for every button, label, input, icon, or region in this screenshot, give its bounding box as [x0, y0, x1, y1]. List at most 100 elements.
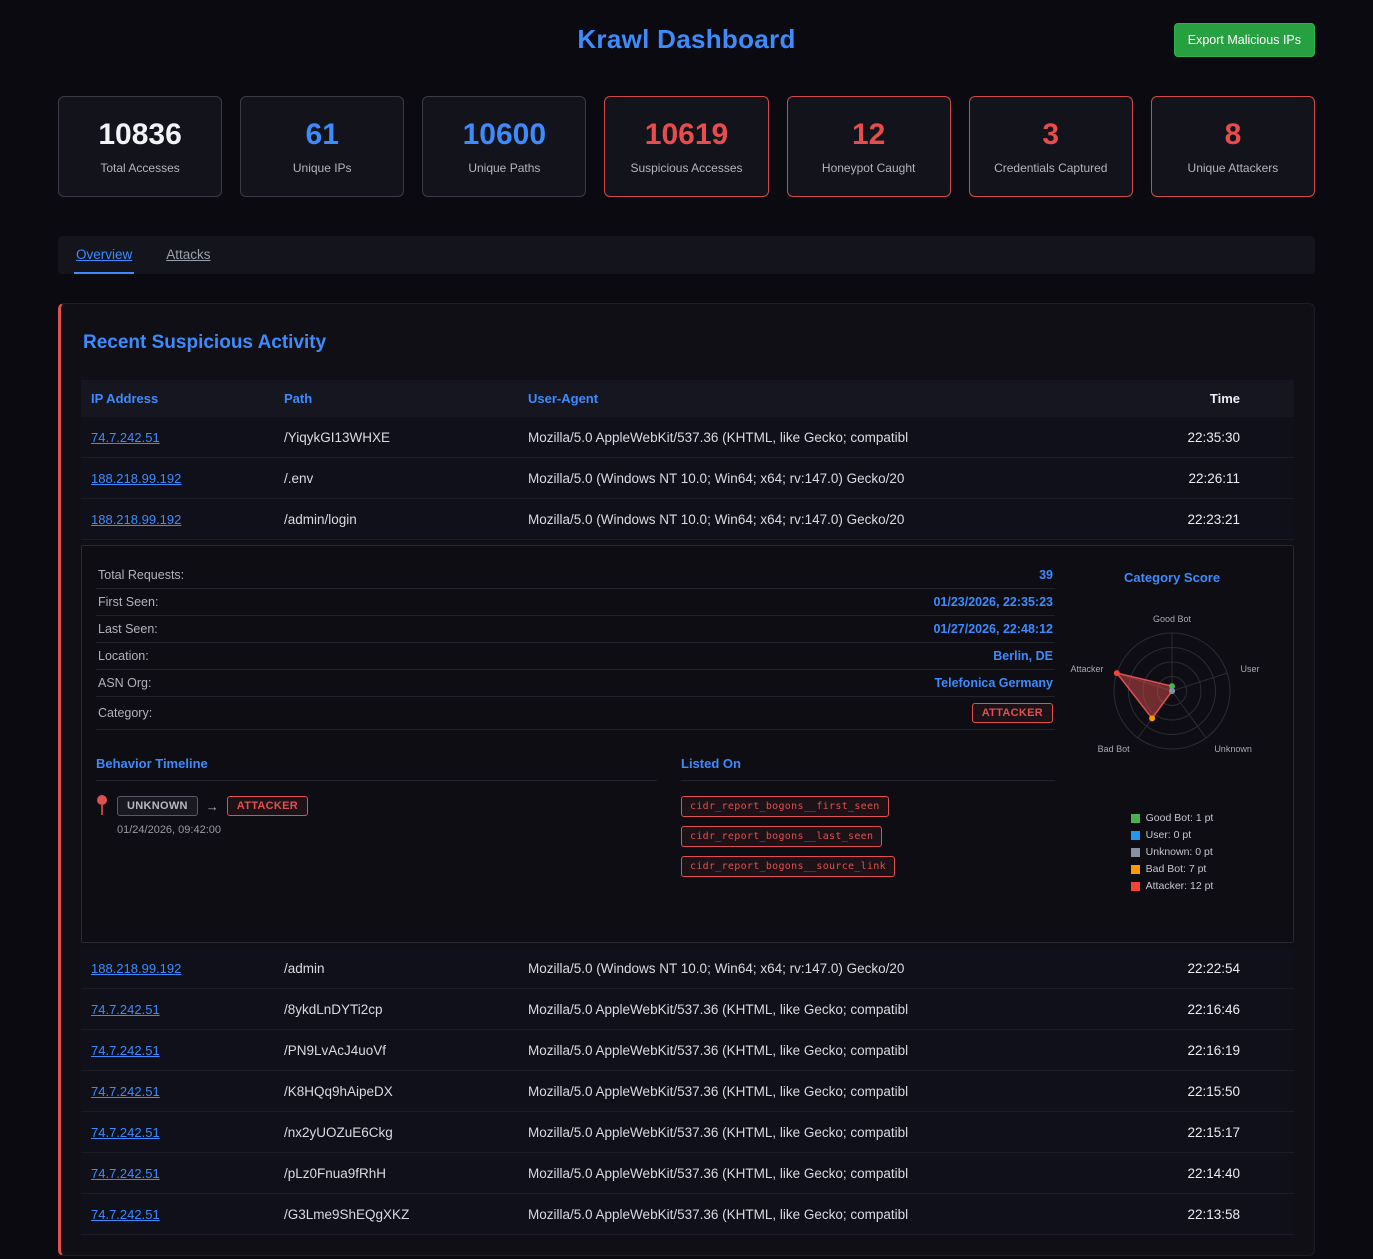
legend-label: Attacker: 12 pt: [1146, 880, 1214, 892]
row-time: 22:13:58: [1110, 1207, 1240, 1222]
stat-label: Suspicious Accesses: [630, 161, 742, 175]
export-malicious-ips-button[interactable]: Export Malicious IPs: [1174, 23, 1315, 57]
tab-bar: Overview Attacks: [58, 236, 1315, 274]
table-row[interactable]: 74.7.242.51 /8ykdLnDYTi2cp Mozilla/5.0 A…: [81, 989, 1294, 1030]
table-row[interactable]: 74.7.242.51 /K8HQq9hAipeDX Mozilla/5.0 A…: [81, 1071, 1294, 1112]
legend-swatch: [1131, 865, 1140, 874]
timeline-from-badge: UNKNOWN: [117, 796, 198, 816]
row-path: /8ykdLnDYTi2cp: [284, 1002, 520, 1017]
suspicious-activity-panel: Recent Suspicious Activity IP Address Pa…: [58, 303, 1315, 1256]
stat-value: 12: [852, 118, 885, 152]
behavior-timeline: Behavior Timeline UNKNOWN → ATTACKER: [96, 756, 657, 877]
pin-icon: [96, 794, 108, 821]
listed-on-badge[interactable]: cidr_report_bogons__source_link: [681, 856, 895, 877]
row-time: 22:16:46: [1110, 1002, 1240, 1017]
ip-link[interactable]: 74.7.242.51: [91, 1084, 160, 1099]
field-value: 39: [1039, 568, 1053, 582]
field-label: Total Requests:: [98, 568, 184, 582]
detail-field: Total Requests: 39: [96, 562, 1055, 589]
timeline-timestamp: 01/24/2026, 09:42:00: [117, 824, 308, 836]
ip-detail-panel: Total Requests: 39 First Seen: 01/23/202…: [81, 545, 1294, 943]
row-ip-cell: 188.218.99.192: [91, 471, 276, 486]
table-row[interactable]: 74.7.242.51 /PN9LvAcJ4uoVf Mozilla/5.0 A…: [81, 1030, 1294, 1071]
tab-attacks[interactable]: Attacks: [164, 236, 212, 274]
ip-link[interactable]: 74.7.242.51: [91, 1002, 160, 1017]
row-path: /admin: [284, 961, 520, 976]
table-row[interactable]: 188.218.99.192 /admin/login Mozilla/5.0 …: [81, 499, 1294, 540]
svg-text:Bad Bot: Bad Bot: [1098, 744, 1131, 754]
row-ip-cell: 74.7.242.51: [91, 1125, 276, 1140]
stat-label: Honeypot Caught: [822, 161, 915, 175]
row-time: 22:22:54: [1110, 961, 1240, 976]
ip-link[interactable]: 74.7.242.51: [91, 430, 160, 445]
row-time: 22:35:30: [1110, 430, 1240, 445]
table-row[interactable]: 188.218.99.192 /admin Mozilla/5.0 (Windo…: [81, 948, 1294, 989]
row-ip-cell: 74.7.242.51: [91, 430, 276, 445]
stat-value: 10836: [98, 118, 181, 152]
page-title: Krawl Dashboard: [577, 24, 795, 55]
stat-value: 8: [1225, 118, 1242, 152]
stat-value: 10600: [463, 118, 546, 152]
field-label: Last Seen:: [98, 622, 158, 636]
legend-label: Good Bot: 1 pt: [1146, 812, 1214, 824]
row-path: /YiqykGI13WHXE: [284, 430, 520, 445]
legend-label: User: 0 pt: [1146, 829, 1192, 841]
ip-link[interactable]: 74.7.242.51: [91, 1043, 160, 1058]
legend-item: Unknown: 0 pt: [1131, 846, 1214, 858]
table-header: IP Address Path User-Agent Time: [81, 380, 1294, 417]
ip-link[interactable]: 74.7.242.51: [91, 1166, 160, 1181]
table-row[interactable]: 74.7.242.51 /YiqykGI13WHXE Mozilla/5.0 A…: [81, 417, 1294, 458]
listed-on-badge[interactable]: cidr_report_bogons__last_seen: [681, 826, 882, 847]
field-value: Telefonica Germany: [934, 676, 1053, 690]
col-header-user-agent: User-Agent: [528, 391, 1102, 406]
stat-value: 61: [306, 118, 339, 152]
ip-link[interactable]: 188.218.99.192: [91, 471, 181, 486]
row-user-agent: Mozilla/5.0 AppleWebKit/537.36 (KHTML, l…: [528, 1002, 1102, 1017]
category-score-section: Category Score Good BotUserUnknownBad Bo…: [1065, 562, 1279, 926]
ip-link[interactable]: 188.218.99.192: [91, 961, 181, 976]
row-user-agent: Mozilla/5.0 AppleWebKit/537.36 (KHTML, l…: [528, 430, 1102, 445]
legend-swatch: [1131, 848, 1140, 857]
field-label: ASN Org:: [98, 676, 152, 690]
table-row[interactable]: 74.7.242.51 /G3Lme9ShEQgXKZ Mozilla/5.0 …: [81, 1194, 1294, 1235]
field-label: Category:: [98, 706, 152, 720]
arrow-right-icon: →: [206, 799, 219, 814]
detail-left: Total Requests: 39 First Seen: 01/23/202…: [96, 562, 1055, 926]
category-score-title: Category Score: [1124, 570, 1220, 585]
legend-swatch: [1131, 882, 1140, 891]
row-user-agent: Mozilla/5.0 AppleWebKit/537.36 (KHTML, l…: [528, 1043, 1102, 1058]
table-row[interactable]: 74.7.242.51 /nx2yUOZuE6Ckg Mozilla/5.0 A…: [81, 1112, 1294, 1153]
legend-swatch: [1131, 814, 1140, 823]
ip-link[interactable]: 74.7.242.51: [91, 1125, 160, 1140]
table-row[interactable]: 74.7.242.51 /pLz0Fnua9fRhH Mozilla/5.0 A…: [81, 1153, 1294, 1194]
legend-label: Bad Bot: 7 pt: [1146, 863, 1207, 875]
ip-link[interactable]: 188.218.99.192: [91, 512, 181, 527]
tab-overview[interactable]: Overview: [74, 236, 134, 274]
svg-text:Unknown: Unknown: [1214, 744, 1252, 754]
listed-on-badges: cidr_report_bogons__first_seen cidr_repo…: [681, 796, 1055, 877]
col-header-path: Path: [284, 391, 520, 406]
row-user-agent: Mozilla/5.0 AppleWebKit/537.36 (KHTML, l…: [528, 1207, 1102, 1222]
detail-lower: Behavior Timeline UNKNOWN → ATTACKER: [96, 756, 1055, 877]
listed-on: Listed On cidr_report_bogons__first_seen…: [681, 756, 1055, 877]
table-row[interactable]: 188.218.99.192 /.env Mozilla/5.0 (Window…: [81, 458, 1294, 499]
timeline-transition: UNKNOWN → ATTACKER: [117, 796, 308, 816]
ip-link[interactable]: 74.7.242.51: [91, 1207, 160, 1222]
row-time: 22:15:17: [1110, 1125, 1240, 1140]
row-path: /.env: [284, 471, 520, 486]
listed-on-badge[interactable]: cidr_report_bogons__first_seen: [681, 796, 889, 817]
svg-text:Attacker: Attacker: [1071, 664, 1104, 674]
row-ip-cell: 74.7.242.51: [91, 1084, 276, 1099]
legend-item: Good Bot: 1 pt: [1131, 812, 1214, 824]
table-rows-bottom: 188.218.99.192 /admin Mozilla/5.0 (Windo…: [81, 948, 1294, 1235]
row-user-agent: Mozilla/5.0 (Windows NT 10.0; Win64; x64…: [528, 961, 1102, 976]
stat-card: 10836 Total Accesses: [58, 96, 222, 197]
legend-item: User: 0 pt: [1131, 829, 1214, 841]
stats-row: 10836 Total Accesses 61 Unique IPs 10600…: [58, 96, 1315, 197]
detail-field-category: Category: ATTACKER: [96, 697, 1055, 730]
row-time: 22:16:19: [1110, 1043, 1240, 1058]
row-path: /K8HQq9hAipeDX: [284, 1084, 520, 1099]
stat-card: 10619 Suspicious Accesses: [604, 96, 768, 197]
legend-item: Bad Bot: 7 pt: [1131, 863, 1214, 875]
svg-text:User: User: [1240, 664, 1259, 674]
